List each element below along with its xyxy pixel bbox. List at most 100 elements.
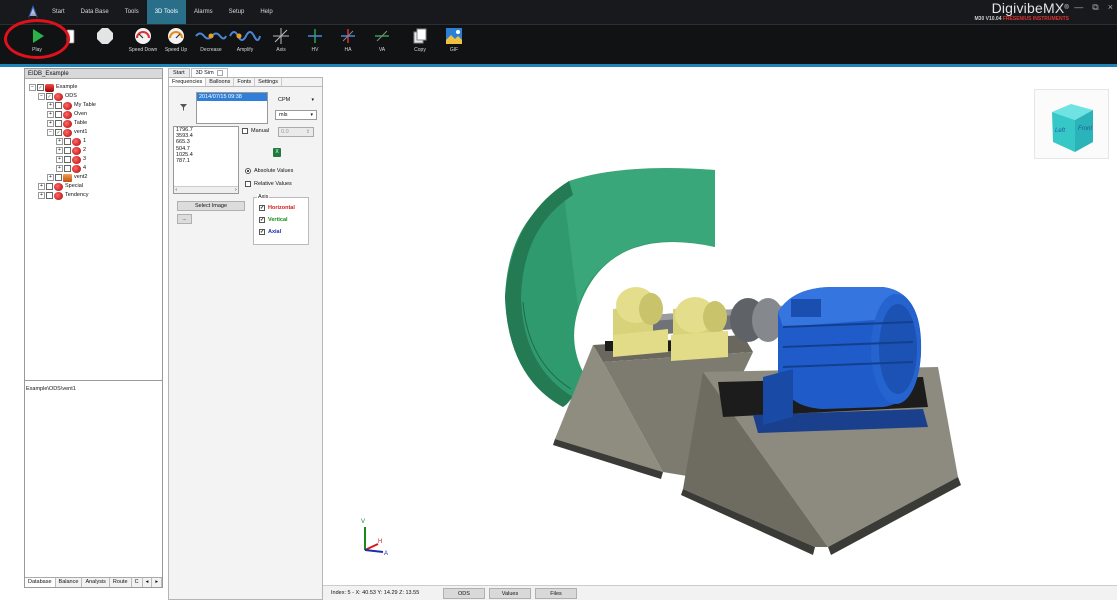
minimize-icon[interactable]: — bbox=[1074, 2, 1083, 13]
relative-values-checkbox[interactable] bbox=[245, 181, 251, 187]
tree-node[interactable]: + Special bbox=[38, 182, 83, 191]
tree-expander-icon[interactable]: + bbox=[47, 111, 54, 118]
gif-button[interactable]: GIF bbox=[439, 27, 469, 63]
amplitude-unit-dropdown[interactable]: mls ▾ bbox=[275, 110, 317, 120]
view-cube[interactable]: Left Front bbox=[1034, 89, 1109, 159]
manual-checkbox[interactable] bbox=[242, 128, 248, 134]
tree-node[interactable]: − ✓ Example bbox=[29, 83, 77, 92]
tree-expander-icon[interactable]: − bbox=[38, 93, 45, 100]
tab-scroll-right-icon[interactable]: ▸ bbox=[152, 578, 163, 587]
vertical-axis-checkbox[interactable]: ✓ bbox=[259, 217, 265, 223]
values-button[interactable]: Values bbox=[489, 587, 531, 599]
close-tab-icon[interactable] bbox=[216, 69, 223, 76]
tree-expander-icon[interactable]: + bbox=[47, 120, 54, 127]
view-cube-icon[interactable]: Left Front bbox=[1035, 90, 1110, 160]
tab-database[interactable]: Database bbox=[25, 578, 56, 587]
speed-down-button[interactable]: Speed Down bbox=[128, 27, 158, 63]
tree-node[interactable]: + Tendency bbox=[38, 191, 89, 200]
tab-start[interactable]: Start bbox=[168, 68, 190, 77]
tab-truncated[interactable]: C bbox=[132, 578, 143, 587]
tree-node[interactable]: + My Table bbox=[47, 101, 96, 110]
relative-values-option[interactable]: Relative Values bbox=[245, 181, 292, 187]
frequency-list[interactable]: 1796.7 3593.4 665.3 504.7 1025.4 787.1 ‹ › bbox=[173, 126, 239, 194]
tab-balloons[interactable]: Balloons bbox=[206, 78, 235, 86]
tree-checkbox[interactable] bbox=[46, 183, 53, 190]
amplify-button[interactable]: Amplify bbox=[228, 27, 262, 63]
tab-scroll-left-icon[interactable]: ◂ bbox=[143, 578, 153, 587]
tree-expander-icon[interactable]: + bbox=[56, 138, 63, 145]
manual-frequency-input[interactable]: 0.0 ⇕ bbox=[278, 127, 314, 137]
tab-balance[interactable]: Balance bbox=[56, 578, 83, 587]
tree-checkbox[interactable]: ✓ bbox=[46, 93, 53, 100]
axis-button[interactable]: Axis bbox=[266, 27, 296, 63]
horizontal-axis-checkbox[interactable]: ✓ bbox=[259, 205, 265, 211]
3d-viewport[interactable]: V H A Left Front bbox=[323, 77, 1117, 584]
tree-node[interactable]: +1 bbox=[56, 137, 86, 146]
tree-checkbox[interactable] bbox=[55, 120, 62, 127]
select-image-button[interactable]: Select Image bbox=[177, 201, 245, 211]
tree-checkbox[interactable] bbox=[64, 165, 71, 172]
tree-checkbox[interactable] bbox=[64, 138, 71, 145]
decrease-button[interactable]: Decrease bbox=[194, 27, 228, 63]
tree-node[interactable]: +4 bbox=[56, 164, 86, 173]
filter-icon[interactable] bbox=[180, 104, 187, 111]
manual-checkbox-row[interactable]: Manual bbox=[242, 128, 269, 134]
hv-button[interactable]: HV bbox=[300, 27, 330, 63]
tab-3d-sim[interactable]: 3D Sim bbox=[190, 68, 228, 77]
excel-export-icon[interactable]: X bbox=[273, 148, 281, 157]
horizontal-scrollbar[interactable]: ‹ › bbox=[174, 186, 238, 193]
tab-fonts[interactable]: Fonts bbox=[234, 78, 256, 86]
tree-expander-icon[interactable]: + bbox=[38, 192, 45, 199]
tree-node[interactable]: − ✓ ODS bbox=[38, 92, 77, 101]
tree-expander-icon[interactable]: + bbox=[56, 165, 63, 172]
date-item[interactable]: 2014/07/15 09:38 bbox=[197, 93, 267, 101]
tree-checkbox[interactable]: ✓ bbox=[37, 84, 44, 91]
tree-node[interactable]: +2 bbox=[56, 146, 86, 155]
stop-button[interactable] bbox=[90, 27, 120, 63]
ha-button[interactable]: HA bbox=[333, 27, 363, 63]
date-list[interactable]: 2014/07/15 09:38 bbox=[196, 92, 268, 124]
tab-route[interactable]: Route bbox=[110, 578, 132, 587]
tree-expander-icon[interactable]: + bbox=[56, 147, 63, 154]
stepper-icon[interactable]: ⇕ bbox=[306, 128, 310, 137]
axial-axis-checkbox[interactable]: ✓ bbox=[259, 229, 265, 235]
va-button[interactable]: VA bbox=[367, 27, 397, 63]
tree-node[interactable]: +3 bbox=[56, 155, 86, 164]
tree-checkbox[interactable]: ✓ bbox=[55, 129, 62, 136]
tab-frequencies[interactable]: Frequencies bbox=[169, 78, 207, 86]
absolute-values-option[interactable]: Absolute Values bbox=[245, 168, 293, 174]
tree-checkbox[interactable] bbox=[64, 156, 71, 163]
tree-checkbox[interactable] bbox=[55, 111, 62, 118]
browse-button[interactable]: ... bbox=[177, 214, 192, 224]
menu-3d-tools[interactable]: 3D Tools bbox=[146, 0, 186, 24]
tree-expander-icon[interactable]: + bbox=[47, 102, 54, 109]
tree-node[interactable]: + Oven bbox=[47, 110, 87, 119]
vertical-axis-option[interactable]: ✓ Vertical bbox=[259, 217, 288, 223]
tree-node[interactable]: − ✓ vent1 bbox=[47, 128, 87, 137]
frequency-item[interactable]: 787.1 bbox=[174, 158, 238, 164]
absolute-values-radio[interactable] bbox=[245, 168, 251, 174]
tree-node[interactable]: + vent2 bbox=[47, 173, 87, 182]
tree-checkbox[interactable] bbox=[64, 147, 71, 154]
menu-alarms[interactable]: Alarms bbox=[186, 0, 221, 24]
speed-up-button[interactable]: Speed Up bbox=[161, 27, 191, 63]
tree-expander-icon[interactable]: + bbox=[47, 174, 54, 181]
menu-help[interactable]: Help bbox=[252, 0, 280, 24]
menu-database[interactable]: Data Base bbox=[73, 0, 117, 24]
tree-node[interactable]: + Table bbox=[47, 119, 87, 128]
tab-analysis[interactable]: Analysis bbox=[82, 578, 110, 587]
restore-icon[interactable]: ⧉ bbox=[1092, 2, 1098, 13]
close-icon[interactable]: × bbox=[1108, 2, 1113, 13]
copy-button[interactable]: Copy bbox=[405, 27, 435, 63]
tree-checkbox[interactable] bbox=[55, 174, 62, 181]
tree-expander-icon[interactable]: + bbox=[56, 156, 63, 163]
tree-expander-icon[interactable]: − bbox=[29, 84, 36, 91]
tree-checkbox[interactable] bbox=[46, 192, 53, 199]
menu-tools[interactable]: Tools bbox=[117, 0, 147, 24]
fan-motor-3d-model[interactable]: V H A bbox=[323, 77, 1117, 584]
axial-axis-option[interactable]: ✓ Axial bbox=[259, 229, 281, 235]
files-button[interactable]: Files bbox=[535, 587, 577, 599]
tree-expander-icon[interactable]: − bbox=[47, 129, 54, 136]
tree-expander-icon[interactable]: + bbox=[38, 183, 45, 190]
frequency-unit-dropdown[interactable]: CPM ▾ bbox=[275, 95, 317, 105]
